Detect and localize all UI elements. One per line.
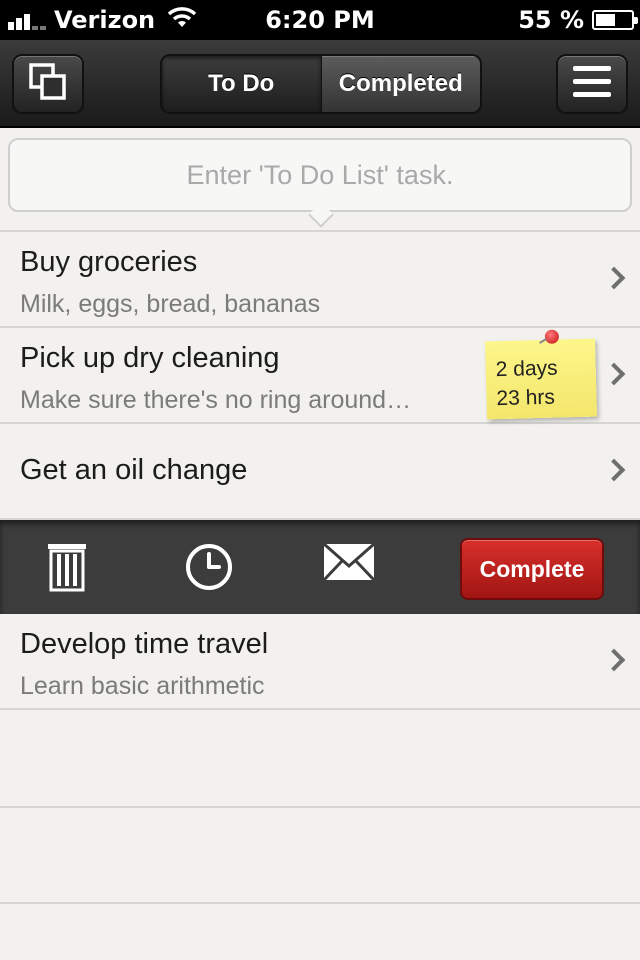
pushpin-icon [544,329,560,344]
task-row-get-an-oil-change[interactable]: Get an oil change [0,424,640,520]
email-button[interactable] [322,542,376,587]
menu-icon [572,65,612,104]
task-entry-area [0,128,640,232]
task-subtitle: Learn basic arithmetic [20,672,265,700]
clock-icon [184,542,234,597]
chevron-right-icon [602,648,626,672]
battery-fill [596,14,615,26]
tab-completed[interactable]: Completed [321,56,480,112]
due-days: 2 days [495,356,558,382]
task-row-pick-up-dry-cleaning[interactable]: Pick up dry cleaning Make sure there's n… [0,328,640,424]
task-input[interactable] [8,138,632,212]
task-action-bar: Complete [0,520,640,614]
task-row-buy-groceries[interactable]: Buy groceries Milk, eggs, bread, bananas [0,232,640,328]
task-row-develop-time-travel[interactable]: Develop time travel Learn basic arithmet… [0,614,640,710]
reminder-button[interactable] [184,542,234,597]
task-subtitle: Make sure there's no ring around… [20,386,412,414]
copy-windows-icon [28,62,68,107]
tab-to-do[interactable]: To Do [162,56,322,112]
segmented-control: To Do Completed [160,54,482,114]
battery-icon [592,10,638,30]
task-subtitle: Milk, eggs, bread, bananas [20,290,321,318]
task-title: Pick up dry cleaning [20,342,280,374]
lists-button[interactable] [12,54,84,114]
nav-bar: To Do Completed [0,40,640,128]
task-title: Get an oil change [20,454,248,486]
due-sticky-note: 2 days 23 hrs [484,329,598,420]
mail-icon [322,542,376,587]
due-hours: 23 hrs [496,385,556,411]
delete-button[interactable] [44,542,90,597]
task-title: Buy groceries [20,246,198,278]
chevron-right-icon [602,458,626,482]
complete-button[interactable]: Complete [460,538,604,600]
trash-icon [44,542,90,597]
battery-percent: 55 % [518,6,584,34]
chevron-right-icon [602,266,626,290]
status-right: 55 % [518,4,638,36]
status-bar: Verizon 6:20 PM 55 % [0,0,640,40]
menu-button[interactable] [556,54,628,114]
empty-row-divider [0,806,640,808]
chevron-right-icon [602,362,626,386]
empty-row-divider [0,902,640,904]
task-title: Develop time travel [20,628,269,660]
